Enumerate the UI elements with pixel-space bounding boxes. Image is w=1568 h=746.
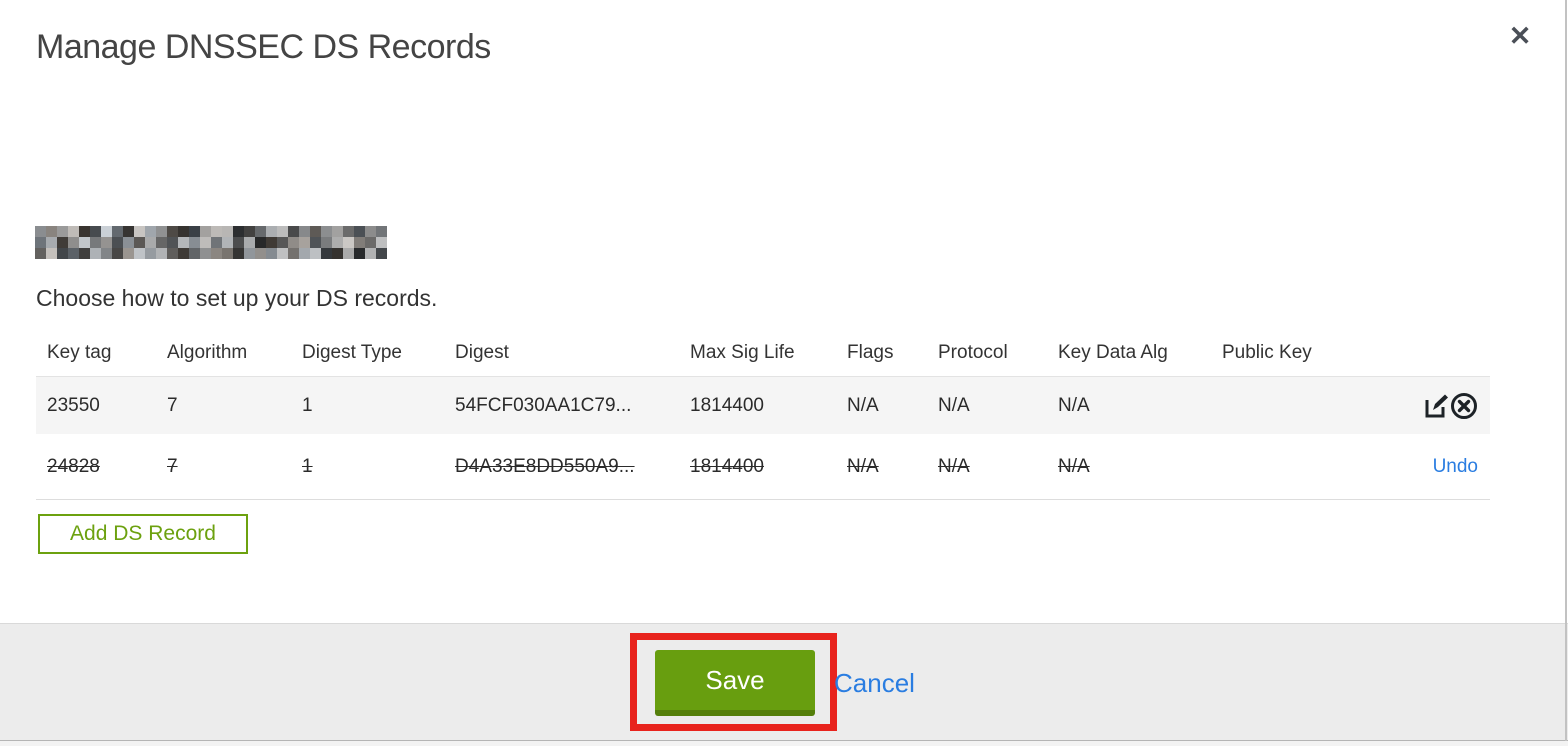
col-header-key-data-alg: Key Data Alg — [1058, 342, 1168, 363]
page-title: Manage DNSSEC DS Records — [36, 28, 491, 66]
cell-digest-type: 1 — [302, 455, 313, 477]
edit-icon[interactable] — [1422, 392, 1450, 420]
col-header-flags: Flags — [847, 342, 894, 363]
close-icon[interactable]: ✕ — [1502, 18, 1538, 54]
row-actions: Undo — [1361, 456, 1490, 478]
col-header-digest: Digest — [455, 342, 509, 363]
add-ds-record-button[interactable]: Add DS Record — [38, 514, 248, 554]
redacted-domain — [35, 226, 387, 259]
background-page-edge — [0, 740, 1568, 746]
window-border — [1565, 0, 1567, 741]
col-header-digest-type: Digest Type — [302, 342, 402, 363]
table-row: 23550 7 1 54FCF030AA1C79... 1814400 N/A … — [36, 376, 1490, 434]
cell-flags: N/A — [847, 394, 879, 416]
col-header-public-key: Public Key — [1222, 342, 1312, 363]
col-header-key-tag: Key tag — [47, 342, 112, 363]
cell-max-sig-life: 1814400 — [690, 455, 764, 477]
cell-algorithm: 7 — [167, 455, 178, 477]
row-actions — [1361, 392, 1490, 420]
table-row-deleted: 24828 7 1 D4A33E8DD550A9... 1814400 N/A … — [36, 434, 1490, 500]
cell-flags: N/A — [847, 455, 879, 477]
cell-key-data-alg: N/A — [1058, 394, 1090, 416]
cell-protocol: N/A — [938, 455, 970, 477]
cell-digest: D4A33E8DD550A9... — [455, 455, 635, 477]
save-button[interactable]: Save — [655, 650, 815, 716]
delete-icon[interactable] — [1450, 392, 1478, 420]
dnssec-modal: Manage DNSSEC DS Records ✕ Choose how to… — [0, 0, 1568, 746]
cell-key-tag: 24828 — [47, 455, 100, 477]
col-header-algorithm: Algorithm — [167, 342, 248, 363]
instruction-text: Choose how to set up your DS records. — [36, 285, 438, 311]
ds-records-table: Key tag Algorithm Digest Type Digest Max… — [36, 330, 1490, 500]
cell-algorithm: 7 — [167, 394, 178, 416]
table-header-row: Key tag Algorithm Digest Type Digest Max… — [36, 330, 1490, 376]
cell-protocol: N/A — [938, 394, 970, 416]
cell-digest-type: 1 — [302, 394, 313, 416]
cell-key-tag: 23550 — [47, 394, 100, 416]
col-header-max-sig-life: Max Sig Life — [690, 342, 795, 363]
cell-key-data-alg: N/A — [1058, 455, 1090, 477]
cell-max-sig-life: 1814400 — [690, 394, 764, 416]
cancel-link[interactable]: Cancel — [834, 668, 915, 699]
cell-digest: 54FCF030AA1C79... — [455, 394, 632, 416]
undo-link[interactable]: Undo — [1433, 456, 1478, 478]
col-header-protocol: Protocol — [938, 342, 1008, 363]
